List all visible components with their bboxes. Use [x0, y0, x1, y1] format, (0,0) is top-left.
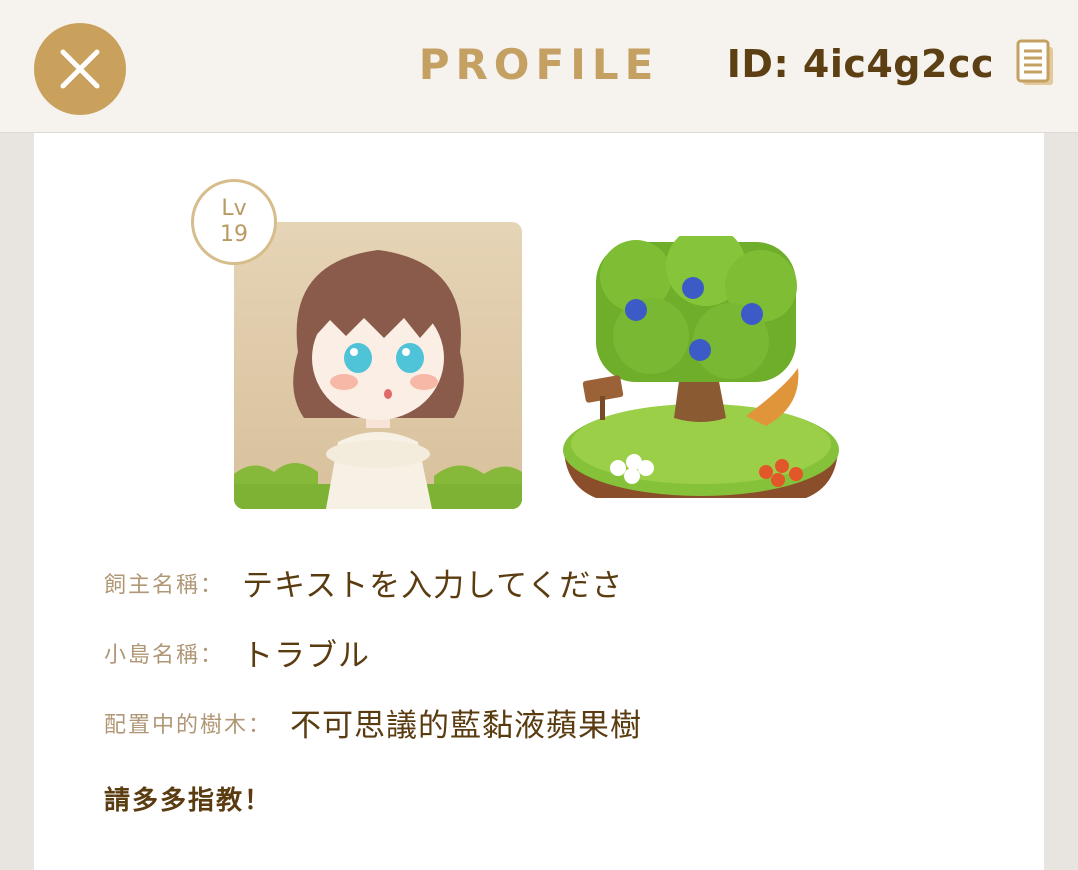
user-id-text: ID: 4ic4g2cc: [726, 42, 994, 86]
header-bar: PROFILE ID: 4ic4g2cc: [0, 0, 1078, 132]
island-name-label: 小島名稱：: [104, 642, 225, 668]
placed-tree-value: 不可思議的藍黏液蘋果樹: [290, 708, 643, 744]
user-id-area: ID: 4ic4g2cc: [727, 38, 1056, 90]
placed-tree-label: 配置中的樹木：: [104, 712, 273, 738]
placed-tree-row: 配置中的樹木： 不可思議的藍黏液蘋果樹: [104, 700, 642, 745]
level-label: Lv: [221, 196, 247, 221]
island-name-value: トラブル: [242, 638, 371, 674]
owner-name-value: テキストを入力してくださ: [242, 568, 624, 604]
owner-name-label: 飼主名稱：: [104, 572, 225, 598]
tree-image: [556, 226, 846, 511]
island-name-row: 小島名稱： トラブル: [104, 630, 370, 675]
copy-icon[interactable]: [1016, 39, 1056, 89]
profile-bio: 請多多指教！: [104, 786, 273, 816]
profile-card: [34, 133, 1044, 870]
avatar: [234, 222, 522, 509]
level-value: 19: [220, 222, 248, 247]
level-badge: Lv 19: [191, 179, 277, 265]
owner-name-row: 飼主名稱： テキストを入力してくださ: [104, 560, 623, 605]
